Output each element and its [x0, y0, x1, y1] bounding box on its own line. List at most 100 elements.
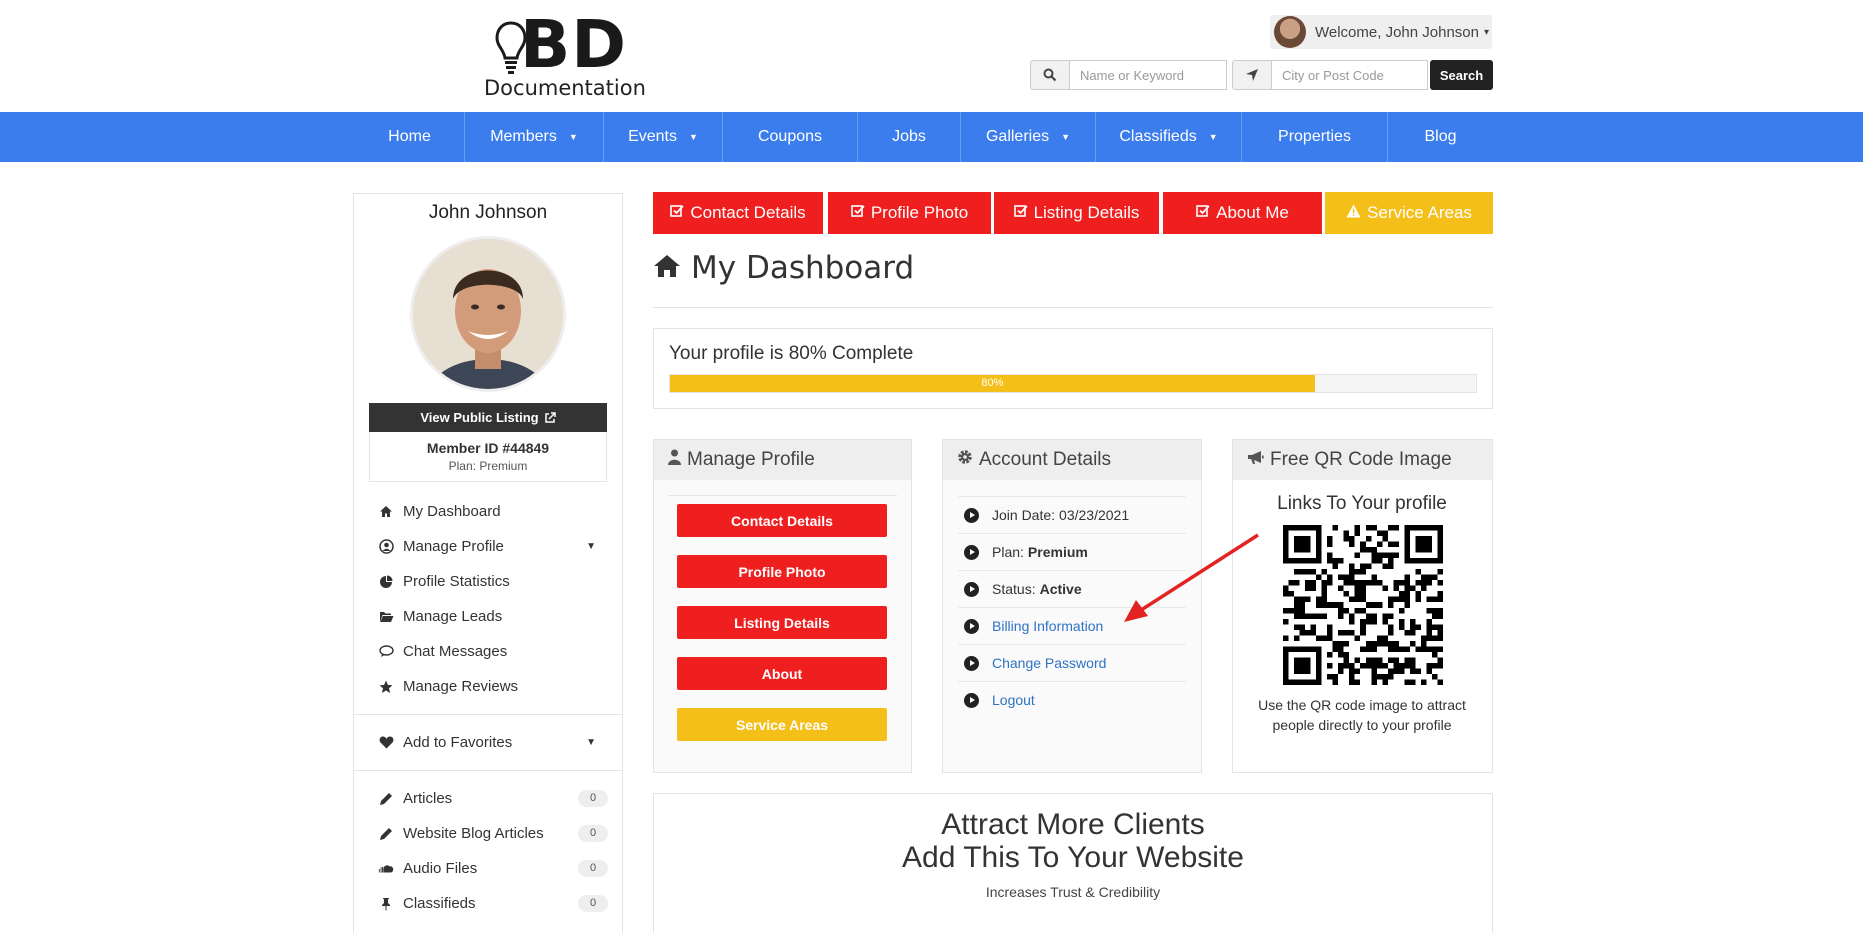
sidebar-menu: My Dashboard Manage Profile ▼ Profile St…	[354, 494, 622, 921]
heart-icon	[378, 735, 394, 751]
user-menu[interactable]: Welcome, John Johnson ▾	[1270, 15, 1492, 49]
play-circle-icon	[964, 581, 979, 597]
tab-about-me[interactable]: About Me	[1163, 192, 1322, 234]
nav-home[interactable]: Home	[355, 112, 465, 162]
caret-down-icon: ▾	[1483, 26, 1490, 38]
tab-listing-details[interactable]: Listing Details	[994, 192, 1159, 234]
page-title-text: My Dashboard	[691, 250, 915, 286]
card-header: Account Details	[943, 440, 1201, 480]
plan-label: Plan:	[992, 544, 1024, 560]
qr-code-image[interactable]	[1283, 525, 1443, 685]
divider	[669, 495, 897, 496]
caret-down-icon[interactable]: ▼	[586, 737, 596, 748]
sidebar-item-label: Chat Messages	[403, 643, 508, 660]
search-button[interactable]: Search	[1430, 60, 1493, 90]
soundcloud-icon	[378, 861, 394, 877]
pie-chart-icon	[378, 574, 394, 590]
nav-properties[interactable]: Properties	[1242, 112, 1388, 162]
card-title: Free QR Code Image	[1270, 449, 1452, 470]
sidebar-item-label: Manage Reviews	[403, 678, 519, 695]
sidebar-item-add-to-favorites[interactable]: Add to Favorites ▼	[354, 725, 622, 760]
play-circle-icon	[964, 618, 979, 634]
external-link-icon	[544, 411, 556, 423]
tab-contact-details[interactable]: Contact Details	[653, 192, 823, 234]
checkbox-edit-icon	[851, 203, 865, 223]
annotation-arrow	[1124, 533, 1259, 622]
user-icon	[668, 449, 681, 471]
plan-value: Premium	[1027, 544, 1088, 560]
divider	[354, 770, 622, 771]
card-title: Account Details	[979, 449, 1112, 470]
tab-label: Contact Details	[690, 203, 806, 222]
sidebar-item-articles[interactable]: Articles 0	[354, 781, 622, 816]
nav-label: Classifieds	[1119, 128, 1197, 145]
logo-subtitle: Documentation	[484, 76, 646, 100]
nav-classifieds[interactable]: Classifieds ▼	[1096, 112, 1242, 162]
service-areas-button[interactable]: Service Areas	[677, 708, 887, 741]
nav-jobs[interactable]: Jobs	[858, 112, 961, 162]
keyword-input[interactable]	[1070, 60, 1227, 90]
sidebar-item-my-dashboard[interactable]: My Dashboard	[354, 494, 622, 529]
sidebar-item-audio-files[interactable]: Audio Files 0	[354, 851, 622, 886]
sidebar-item-label: Add to Favorites	[403, 734, 513, 751]
join-date-label: Join Date:	[992, 507, 1056, 523]
logout-row[interactable]: Logout	[958, 681, 1186, 718]
sidebar-item-profile-statistics[interactable]: Profile Statistics	[354, 564, 622, 599]
sidebar-item-website-blog-articles[interactable]: Website Blog Articles 0	[354, 816, 622, 851]
view-public-listing-button[interactable]: View Public Listing	[369, 403, 607, 432]
password-row[interactable]: Change Password	[958, 644, 1186, 681]
caret-down-icon[interactable]: ▼	[586, 541, 596, 552]
location-arrow-icon[interactable]	[1232, 60, 1272, 90]
divider	[354, 714, 622, 715]
warning-icon	[1346, 203, 1361, 223]
thumbtack-icon	[378, 896, 394, 912]
chat-icon	[378, 644, 394, 660]
billing-information-link[interactable]: Billing Information	[992, 618, 1103, 634]
contact-details-button[interactable]: Contact Details	[677, 504, 887, 537]
nav-blog[interactable]: Blog	[1388, 112, 1493, 162]
page-title: My Dashboard	[653, 250, 914, 286]
nav-events[interactable]: Events ▼	[604, 112, 723, 162]
sidebar-item-manage-profile[interactable]: Manage Profile ▼	[354, 529, 622, 564]
qr-code-card: Free QR Code Image Links To Your profile…	[1232, 439, 1493, 773]
main-nav: Home Members ▼ Events ▼ Coupons Jobs Galle…	[0, 112, 1863, 162]
nav-galleries[interactable]: Galleries ▼	[961, 112, 1096, 162]
member-name: John Johnson	[428, 202, 548, 223]
tab-service-areas[interactable]: Service Areas	[1325, 192, 1493, 234]
sidebar-item-manage-leads[interactable]: Manage Leads	[354, 599, 622, 634]
nav-label: Jobs	[892, 128, 926, 145]
card-title: Manage Profile	[687, 449, 815, 470]
keyword-search-group	[1030, 60, 1227, 90]
profile-photo	[410, 236, 566, 392]
progress-text: Your profile is 80% Complete	[669, 343, 914, 364]
nav-members[interactable]: Members ▼	[465, 112, 604, 162]
sidebar-item-label: My Dashboard	[403, 503, 501, 520]
site-logo[interactable]: BD Documentation	[480, 12, 660, 101]
attract-heading-line2: Add This To Your Website	[902, 841, 1244, 874]
tab-label: About Me	[1216, 203, 1289, 222]
sidebar-item-chat-messages[interactable]: Chat Messages	[354, 634, 622, 669]
nav-label: Home	[388, 128, 431, 145]
card-header: Manage Profile	[654, 440, 911, 480]
change-password-link[interactable]: Change Password	[992, 655, 1106, 671]
progress-fill: 80%	[670, 375, 1315, 392]
sidebar-item-classifieds[interactable]: Classifieds 0	[354, 886, 622, 921]
qr-subtitle: Links To Your profile	[1277, 493, 1447, 514]
nav-coupons[interactable]: Coupons	[723, 112, 858, 162]
location-search-group	[1232, 60, 1428, 90]
profile-progress-panel: Your profile is 80% Complete 80%	[653, 328, 1493, 409]
welcome-text: Welcome, John Johnson	[1315, 23, 1479, 41]
logout-link[interactable]: Logout	[992, 692, 1035, 708]
listing-details-button[interactable]: Listing Details	[677, 606, 887, 639]
view-listing-label: View Public Listing	[420, 410, 539, 425]
profile-photo-button[interactable]: Profile Photo	[677, 555, 887, 588]
sidebar-item-manage-reviews[interactable]: Manage Reviews	[354, 669, 622, 704]
about-button[interactable]: About	[677, 657, 887, 690]
location-input[interactable]	[1272, 60, 1428, 90]
checkbox-edit-icon	[1196, 203, 1210, 223]
nav-label: Coupons	[757, 128, 823, 145]
gear-icon	[957, 449, 973, 471]
tab-profile-photo[interactable]: Profile Photo	[828, 192, 991, 234]
search-icon[interactable]	[1030, 60, 1070, 90]
divider	[653, 307, 1493, 308]
